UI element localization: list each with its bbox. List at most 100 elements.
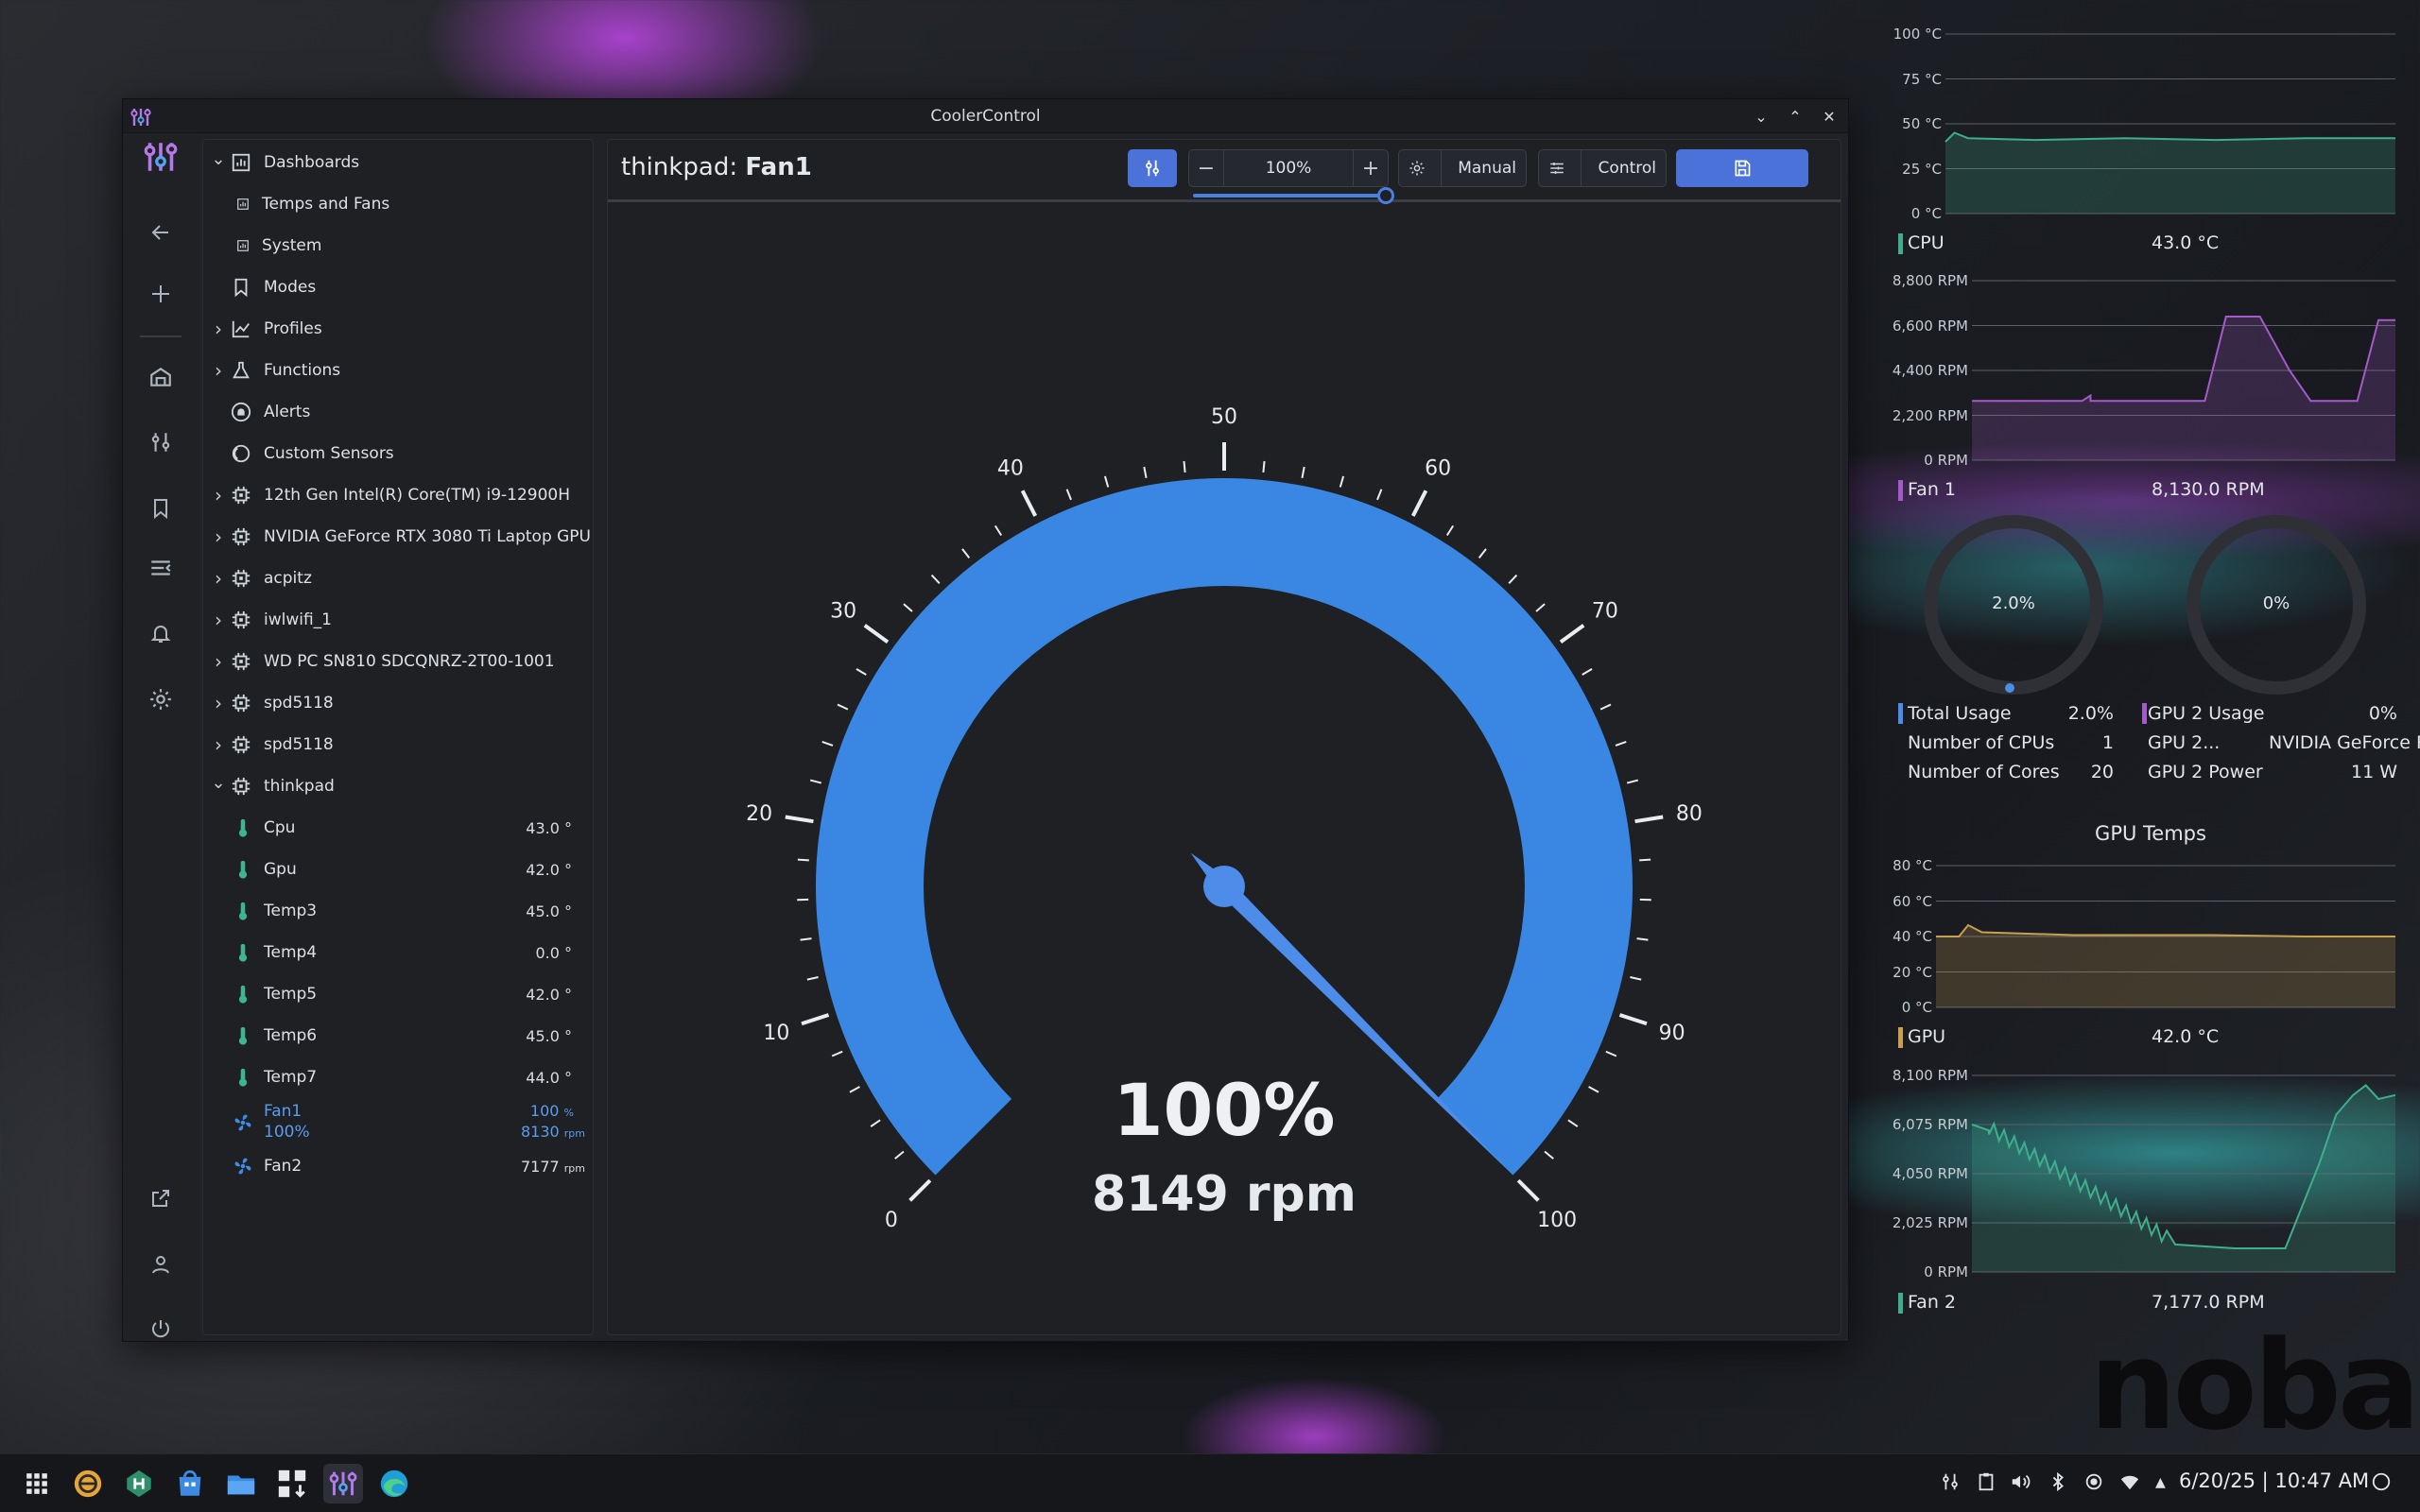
dashboard-item-icon — [232, 193, 254, 215]
store-app-icon[interactable] — [170, 1464, 210, 1503]
open-external-icon[interactable] — [123, 1175, 199, 1222]
chevron-right-icon[interactable]: › — [211, 484, 226, 507]
browser-icon[interactable] — [374, 1464, 414, 1503]
tree-item[interactable]: › Functions — [203, 352, 593, 389]
welcome-app-icon[interactable] — [119, 1464, 159, 1503]
volume-icon[interactable] — [2010, 1471, 2031, 1498]
bell-icon[interactable] — [123, 610, 199, 657]
tree-item[interactable]: › WD PC SN810 SDCQNRZ-2T00-1001 — [203, 643, 593, 680]
tree-item[interactable]: › iwlwifi_1 — [203, 601, 593, 639]
sensor-label: Temp5 — [264, 985, 318, 1004]
clipboard-tray-icon[interactable] — [1976, 1471, 1996, 1498]
coolercontrol-taskbar-icon[interactable] — [323, 1464, 363, 1503]
chevron-right-icon[interactable]: › — [211, 359, 226, 382]
sensor-row[interactable]: Temp7 44.0 ° — [203, 1058, 593, 1096]
fan1-rpm: 8130 — [520, 1123, 560, 1141]
controls-icon[interactable] — [123, 419, 199, 466]
file-manager-icon[interactable] — [221, 1464, 261, 1503]
show-desktop-icon[interactable] — [2371, 1471, 2392, 1498]
tree-item[interactable]: ⌄ Dashboards — [203, 144, 593, 181]
increase-button[interactable]: + — [1354, 150, 1388, 186]
tree-item-label: spd5118 — [264, 735, 334, 754]
tray-expand-icon[interactable]: ▲ — [2155, 1475, 2166, 1490]
home-icon[interactable] — [123, 353, 199, 401]
thermometer-icon — [232, 1024, 254, 1047]
tree-item-label: WD PC SN810 SDCQNRZ-2T00-1001 — [264, 652, 555, 671]
chevron-right-icon[interactable]: › — [211, 567, 226, 590]
legend-label: Fan 1 — [1908, 479, 1956, 500]
back-arrow-icon[interactable] — [123, 209, 199, 256]
legend-swatch — [1898, 703, 1903, 724]
bookmark-icon[interactable] — [123, 485, 199, 532]
save-button[interactable] — [1676, 149, 1808, 187]
fan1-row[interactable]: Fan1 100% 100 % 8130 rpm — [203, 1100, 593, 1145]
duty-slider-handle[interactable] — [1377, 187, 1394, 204]
bluetooth-icon[interactable] — [2048, 1471, 2068, 1498]
update-app-icon[interactable] — [68, 1464, 108, 1503]
sensor-row[interactable]: Temp4 0.0 ° — [203, 934, 593, 971]
chevron-right-icon[interactable]: › — [211, 650, 226, 673]
app-installer-icon[interactable] — [272, 1464, 312, 1503]
stat-label: GPU 2 Power — [2148, 762, 2263, 782]
user-icon[interactable] — [123, 1241, 199, 1288]
tree-item[interactable]: › NVIDIA GeForce RTX 3080 Ti Laptop GPU — [203, 518, 593, 556]
tree-item[interactable]: ⌄ thinkpad — [203, 767, 593, 805]
control-select[interactable]: Control — [1538, 149, 1667, 187]
duty-slider[interactable] — [1193, 187, 1394, 204]
tree-item[interactable]: Custom Sensors — [203, 435, 593, 472]
chevron-down-icon[interactable]: ⌄ — [211, 149, 226, 169]
sensor-row[interactable]: Cpu 43.0 ° — [203, 809, 593, 847]
tree-item[interactable]: › spd5118 — [203, 726, 593, 764]
chevron-right-icon[interactable]: › — [211, 318, 226, 340]
chart-axis-label: 20 °C — [1893, 963, 1932, 981]
tree-item[interactable]: › spd5118 — [203, 684, 593, 722]
minimize-icon[interactable]: ⌄ — [1750, 105, 1772, 128]
title-bar[interactable]: CoolerControl ⌄ ⌃ ✕ — [123, 99, 1848, 133]
chevron-right-icon[interactable]: › — [211, 733, 226, 756]
tree-item[interactable]: Alerts — [203, 393, 593, 431]
sensor-value: 42.0 ° — [526, 860, 572, 879]
sensor-row[interactable]: Gpu 42.0 ° — [203, 850, 593, 888]
add-icon[interactable] — [123, 270, 199, 318]
maximize-icon[interactable]: ⌃ — [1784, 105, 1806, 128]
app-logo-icon[interactable] — [123, 133, 199, 180]
nav-rail — [123, 133, 199, 1341]
tree-item[interactable]: System — [203, 227, 593, 265]
duty-stepper[interactable]: − 100% + — [1188, 149, 1394, 204]
decrease-button[interactable]: − — [1189, 150, 1223, 186]
desktop-widgets: 100 °C 75 °C 50 °C 25 °C 0 °C CPU 43.0 °C 8,800… — [1881, 0, 2420, 1436]
chart-axis-label: 4,050 RPM — [1892, 1165, 1968, 1182]
app-launcher-icon[interactable] — [17, 1464, 57, 1503]
gauge-minor-tick — [903, 603, 913, 612]
tree-item[interactable]: Temps and Fans — [203, 185, 593, 223]
coolercontrol-tray-icon[interactable] — [1940, 1471, 1961, 1498]
brightness-icon[interactable] — [2083, 1471, 2104, 1498]
tree-item[interactable]: Modes — [203, 268, 593, 306]
usage-dial-indicator — [2005, 683, 2014, 693]
settings-gear-icon[interactable] — [123, 676, 199, 723]
collapse-menu-icon[interactable] — [123, 544, 199, 592]
fan2-row[interactable]: Fan2 7177 rpm — [203, 1147, 593, 1185]
legend-label: CPU — [1908, 232, 1945, 253]
close-icon[interactable]: ✕ — [1818, 105, 1841, 128]
sensor-row[interactable]: Temp3 45.0 ° — [203, 892, 593, 930]
chevron-right-icon[interactable]: › — [211, 692, 226, 714]
tree-item[interactable]: › 12th Gen Intel(R) Core(TM) i9-12900H — [203, 476, 593, 514]
duty-value[interactable]: 100% — [1223, 150, 1354, 186]
chart-axis-label: 40 °C — [1893, 928, 1932, 945]
wifi-icon[interactable] — [2119, 1471, 2140, 1498]
chevron-right-icon[interactable]: › — [211, 525, 226, 548]
fan-detail-panel: thinkpad: Fan1 − 100% + Manual Control 0… — [607, 139, 1841, 1335]
sensor-row[interactable]: Temp6 45.0 ° — [203, 1017, 593, 1055]
chevron-right-icon[interactable]: › — [211, 609, 226, 631]
view-toggle-button[interactable] — [1128, 149, 1177, 187]
mode-select[interactable]: Manual — [1398, 149, 1527, 187]
sensor-row[interactable]: Temp5 42.0 ° — [203, 975, 593, 1013]
sensor-label: Temp3 — [264, 902, 318, 920]
clock[interactable]: 6/20/25 | 10:47 AM — [2179, 1469, 2369, 1492]
chevron-down-icon[interactable]: ⌄ — [211, 773, 226, 793]
tree-item[interactable]: › acpitz — [203, 559, 593, 597]
tree-item[interactable]: › Profiles — [203, 310, 593, 348]
power-icon[interactable] — [123, 1305, 199, 1352]
gauge-minor-tick — [1535, 603, 1546, 612]
